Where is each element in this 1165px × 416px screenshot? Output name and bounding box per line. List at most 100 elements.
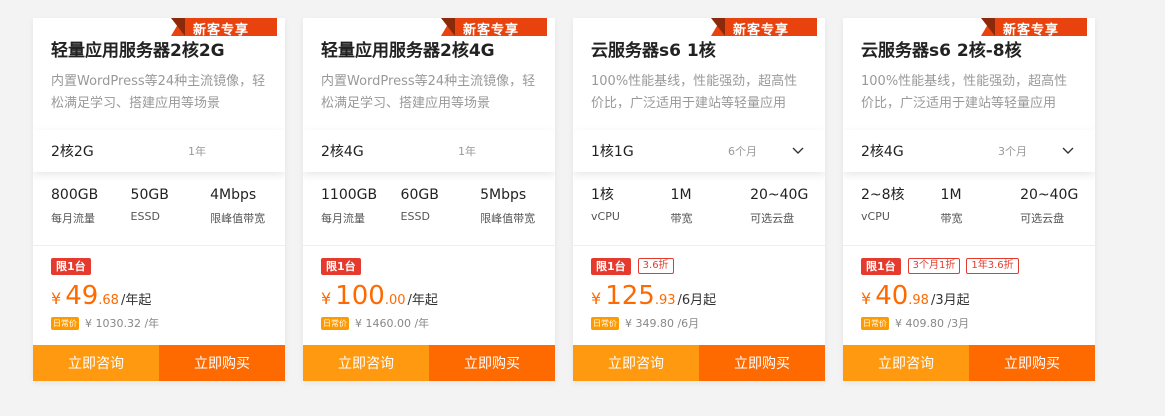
feature-label: 限峰值带宽 — [210, 212, 266, 225]
discount-tag: 3.6折 — [637, 258, 674, 274]
feature-label: ESSD — [130, 210, 160, 223]
spec-value: 2核4G — [321, 144, 364, 160]
product-card: 新客专享 云服务器s6 2核-8核 100%性能基线，性能强劲，超高性价比，广泛… — [843, 18, 1095, 381]
product-card: 新客专享 轻量应用服务器2核4G 内置WordPress等24种主流镜像，轻松满… — [303, 18, 555, 381]
spec-term: 1年 — [188, 145, 206, 158]
new-customer-ribbon: 新客专享 — [711, 18, 817, 38]
card-actions: 立即咨询 立即购买 — [843, 345, 1095, 381]
spec-selector[interactable]: 1核1G 6个月 — [573, 130, 825, 172]
feature-value: 1100GB — [321, 187, 378, 203]
limit-tag: 限1台 — [51, 258, 91, 275]
card-header: 新客专享 轻量应用服务器2核4G 内置WordPress等24种主流镜像，轻松满… — [303, 18, 555, 130]
feature-value: 5Mbps — [480, 187, 527, 203]
feature-item: 1核 vCPU — [591, 185, 671, 245]
chevron-down-icon[interactable] — [791, 144, 805, 158]
feature-label: vCPU — [861, 210, 890, 223]
consult-button[interactable]: 立即咨询 — [303, 345, 429, 381]
product-description: 100%性能基线，性能强劲，超高性价比，广泛适用于建站等轻量应用 — [861, 74, 1068, 111]
original-price: 日常价 ¥ 1030.32 /年 — [51, 315, 267, 331]
original-price: 日常价 ¥ 349.80 /6月 — [591, 315, 807, 331]
ribbon-label: 新客专享 — [193, 23, 250, 38]
feature-item: 2~8核 vCPU — [861, 185, 941, 245]
card-actions: 立即咨询 立即购买 — [573, 345, 825, 381]
card-header: 新客专享 云服务器s6 2核-8核 100%性能基线，性能强劲，超高性价比，广泛… — [843, 18, 1095, 130]
price-section: 限1台 3个月1折 1年3.6折 ¥ 40 .98 /3月起 日常价 ¥ 409.… — [843, 246, 1095, 343]
original-price-text: ¥ 409.80 /3月 — [895, 317, 970, 330]
currency-symbol: ¥ — [861, 289, 872, 308]
promo-tags: 限1台 3.6折 — [591, 258, 807, 275]
consult-button[interactable]: 立即咨询 — [33, 345, 159, 381]
spec-value: 2核4G — [861, 144, 904, 160]
feature-label: vCPU — [591, 210, 620, 223]
feature-value: 1M — [940, 187, 962, 203]
feature-item: 1100GB 每月流量 — [321, 185, 401, 245]
card-actions: 立即咨询 立即购买 — [303, 345, 555, 381]
price: ¥ 40 .98 /3月起 — [861, 282, 1077, 312]
new-customer-ribbon: 新客专享 — [981, 18, 1087, 38]
new-customer-ribbon: 新客专享 — [441, 18, 547, 38]
feature-value: 50GB — [130, 187, 169, 203]
feature-label: 限峰值带宽 — [480, 212, 536, 225]
daily-price-badge: 日常价 — [861, 316, 889, 330]
buy-button[interactable]: 立即购买 — [699, 345, 825, 381]
feature-item: 20~40G 可选云盘 — [1020, 185, 1079, 245]
product-title: 云服务器s6 1核 — [591, 41, 716, 61]
buy-button[interactable]: 立即购买 — [969, 345, 1095, 381]
price-unit: /年起 — [120, 293, 152, 308]
spec-term: 3个月 — [998, 145, 1027, 158]
price-unit: /年起 — [407, 293, 438, 308]
spec-value: 1核1G — [591, 144, 634, 160]
feature-label: 带宽 — [940, 212, 963, 225]
currency-symbol: ¥ — [591, 289, 602, 308]
price-integer: 100 — [335, 281, 385, 311]
feature-item: 4Mbps 限峰值带宽 — [210, 185, 269, 245]
price: ¥ 100 .00 /年起 — [321, 282, 537, 312]
product-title: 轻量应用服务器2核2G — [51, 41, 225, 61]
promo-tags: 限1台 3个月1折 1年3.6折 — [861, 258, 1077, 275]
currency-symbol: ¥ — [321, 289, 332, 308]
consult-button[interactable]: 立即咨询 — [843, 345, 969, 381]
buy-button[interactable]: 立即购买 — [429, 345, 555, 381]
feature-value: 2~8核 — [861, 187, 905, 203]
feature-label: 可选云盘 — [1020, 212, 1065, 225]
ribbon-label: 新客专享 — [733, 23, 790, 38]
feature-label: 每月流量 — [51, 212, 95, 225]
limit-tag: 限1台 — [861, 258, 901, 275]
promo-tags: 限1台 — [321, 258, 537, 275]
product-title: 轻量应用服务器2核4G — [321, 41, 495, 61]
feature-list: 1核 vCPU 1M 带宽 20~40G 可选云盘 — [573, 172, 825, 246]
feature-item: 60GB ESSD — [401, 185, 481, 245]
buy-button[interactable]: 立即购买 — [159, 345, 285, 381]
spec-selector[interactable]: 2核2G 1年 — [33, 130, 285, 172]
feature-item: 1M 带宽 — [941, 185, 1021, 245]
product-title: 云服务器s6 2核-8核 — [861, 41, 1022, 61]
price-unit: /6月起 — [677, 293, 717, 308]
price-integer: 49 — [65, 281, 99, 311]
price: ¥ 49 .68 /年起 — [51, 282, 267, 312]
product-description: 内置WordPress等24种主流镜像，轻松满足学习、搭建应用等场景 — [51, 74, 266, 111]
feature-value: 20~40G — [750, 187, 809, 203]
limit-tag: 限1台 — [321, 258, 361, 275]
feature-label: ESSD — [400, 210, 430, 223]
product-card: 新客专享 云服务器s6 1核 100%性能基线，性能强劲，超高性价比，广泛适用于… — [573, 18, 825, 381]
consult-button[interactable]: 立即咨询 — [573, 345, 699, 381]
original-price: 日常价 ¥ 409.80 /3月 — [861, 315, 1077, 331]
feature-item: 20~40G 可选云盘 — [750, 185, 809, 245]
feature-label: 带宽 — [670, 212, 693, 225]
spec-selector[interactable]: 2核4G 3个月 — [843, 130, 1095, 172]
spec-selector[interactable]: 2核4G 1年 — [303, 130, 555, 172]
original-price-text: ¥ 1460.00 /年 — [355, 317, 430, 330]
product-description: 内置WordPress等24种主流镜像，轻松满足学习、搭建应用等场景 — [321, 74, 536, 111]
price-section: 限1台 ¥ 49 .68 /年起 日常价 ¥ 1030.32 /年 — [33, 246, 285, 343]
daily-price-badge: 日常价 — [51, 316, 79, 330]
limit-tag: 限1台 — [591, 258, 631, 275]
chevron-down-icon[interactable] — [1061, 144, 1075, 158]
product-description: 100%性能基线，性能强劲，超高性价比，广泛适用于建站等轻量应用 — [591, 74, 798, 111]
spec-term: 1年 — [458, 145, 476, 158]
feature-value: 60GB — [400, 187, 439, 203]
feature-item: 1M 带宽 — [671, 185, 751, 245]
price-decimal: .98 — [908, 293, 929, 308]
ribbon-label: 新客专享 — [463, 23, 520, 38]
feature-list: 1100GB 每月流量 60GB ESSD 5Mbps 限峰值带宽 — [303, 172, 555, 246]
price-decimal: .68 — [98, 293, 119, 308]
